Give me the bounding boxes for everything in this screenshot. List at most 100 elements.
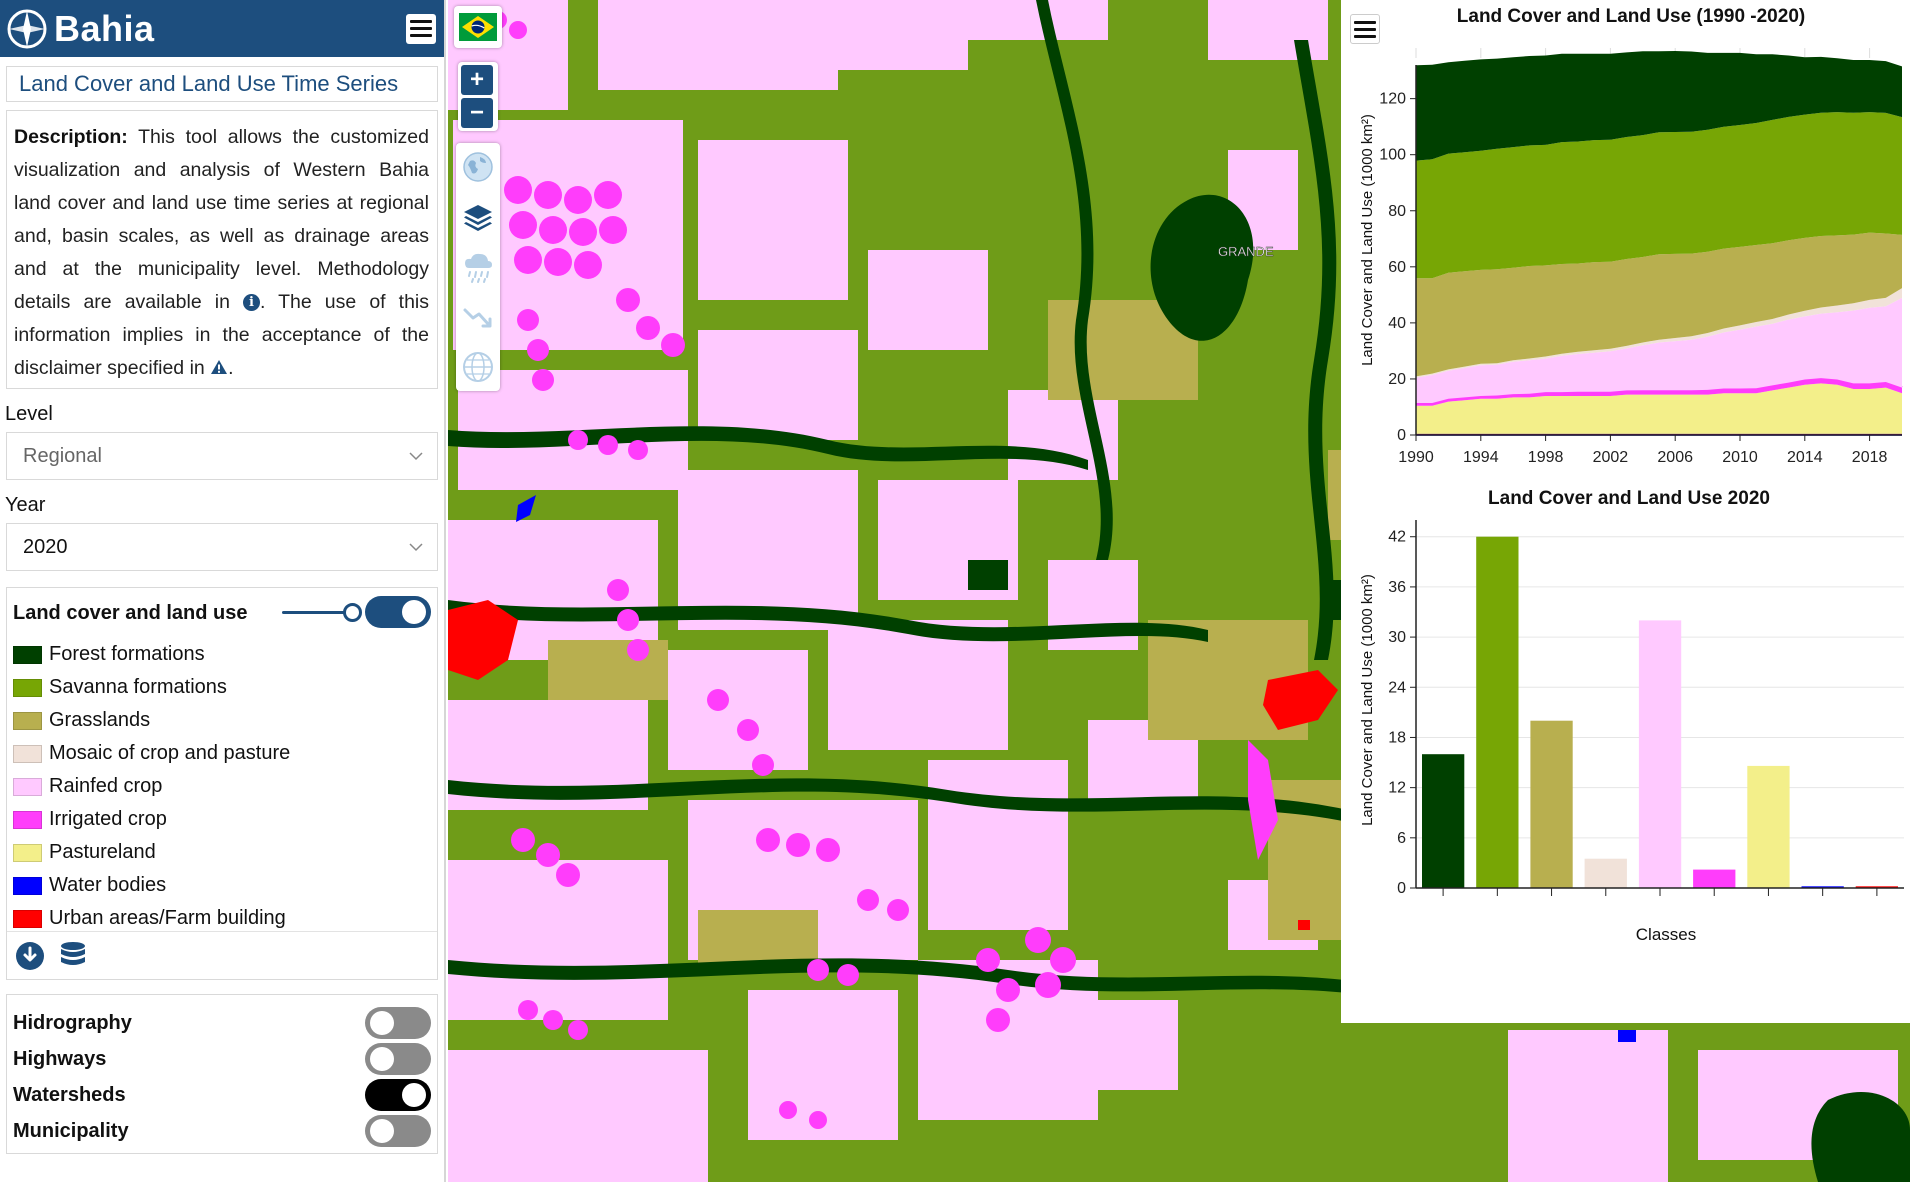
area-x-tick-label: 2002 — [1593, 449, 1629, 466]
methodology-info-icon[interactable]: i — [243, 294, 260, 311]
area-y-tick-label: 80 — [1388, 203, 1406, 220]
year-select-value: 2020 — [23, 535, 68, 558]
legend-item: Forest formations — [13, 638, 437, 671]
year-label: Year — [5, 494, 46, 516]
bar-mosaic-of-crop-and-pasture[interactable] — [1584, 858, 1627, 888]
area-y-tick-label: 0 — [1397, 427, 1406, 444]
top-bar: Bahia — [0, 0, 444, 57]
legend-swatch — [13, 876, 42, 895]
zoom-control: + − — [458, 62, 498, 131]
bar-pastureland[interactable] — [1747, 765, 1790, 888]
legend-label: Urban areas/Farm building — [49, 907, 286, 929]
hidrography-toggle[interactable] — [365, 1007, 431, 1039]
bar-y-tick-label: 18 — [1388, 729, 1406, 746]
disclaimer-warning-icon[interactable] — [210, 359, 228, 375]
world-grid-icon[interactable] — [461, 349, 495, 385]
legend-item: Mosaic of crop and pasture — [13, 737, 437, 770]
layer-label: Hidrography — [13, 1011, 132, 1034]
chevron-down-icon — [409, 543, 423, 552]
description-panel: Description: This tool allows the custom… — [6, 110, 438, 389]
bar-chart-y-axis-label: Land Cover and Land Use (1000 km²) — [1359, 574, 1376, 826]
sidebar-menu-button[interactable] — [406, 13, 436, 44]
area-y-tick-label: 20 — [1388, 371, 1406, 388]
highways-toggle[interactable] — [365, 1043, 431, 1075]
legend-item: Pastureland — [13, 836, 437, 869]
layer-label: Municipality — [13, 1119, 129, 1142]
country-view-button[interactable] — [454, 6, 502, 48]
bar-rainfed-crop[interactable] — [1638, 620, 1682, 888]
legend-item: Irrigated crop — [13, 803, 437, 836]
legend-swatch — [13, 909, 42, 928]
bar-y-tick-label: 6 — [1397, 830, 1406, 847]
area-x-tick-label: 1998 — [1528, 449, 1564, 466]
area-chart: Land Cover and Land Use (1990 -2020) Lan… — [1359, 6, 1903, 466]
app-root: Bahia Land Cover and Land Use Time Serie… — [0, 0, 1910, 1182]
legend-label: Forest formations — [49, 643, 205, 665]
database-icon[interactable] — [59, 941, 87, 971]
chart-menu-button[interactable] — [1350, 14, 1380, 44]
legend-label: Rainfed crop — [49, 775, 163, 797]
layer-row-highways: Highways — [7, 1041, 437, 1077]
zoom-out-button[interactable]: − — [461, 98, 493, 128]
area-x-tick-label: 2010 — [1722, 449, 1758, 466]
legend-item: Savanna formations — [13, 671, 437, 704]
area-y-tick-label: 100 — [1379, 147, 1406, 164]
opacity-slider-thumb[interactable] — [343, 603, 362, 622]
bar-grasslands[interactable] — [1530, 720, 1573, 888]
layer-label: Watersheds — [13, 1083, 126, 1106]
download-icon[interactable] — [15, 941, 45, 971]
legend-swatch — [13, 777, 42, 796]
area-x-tick-label: 2018 — [1852, 449, 1888, 466]
bar-y-tick-label: 0 — [1397, 880, 1406, 897]
legend-label: Irrigated crop — [49, 808, 167, 830]
municipality-toggle[interactable] — [365, 1115, 431, 1147]
area-y-tick-label: 60 — [1388, 259, 1406, 276]
bar-forest-formations[interactable] — [1422, 754, 1465, 888]
bar-y-tick-label: 42 — [1388, 529, 1406, 546]
trend-chart-icon[interactable] — [461, 299, 495, 335]
bar-chart-title: Land Cover and Land Use 2020 — [1488, 488, 1770, 509]
globe-basemap-icon[interactable] — [461, 149, 495, 185]
legend-label: Mosaic of crop and pasture — [49, 742, 291, 764]
legend-panel: Land cover and land use Forest formation… — [6, 587, 438, 980]
legend-label: Water bodies — [49, 874, 167, 896]
area-y-tick-label: 40 — [1388, 315, 1406, 332]
layer-label: Highways — [13, 1047, 107, 1070]
bar-savanna-formations[interactable] — [1476, 536, 1519, 888]
zoom-in-button[interactable]: + — [461, 65, 493, 95]
chevron-down-icon — [409, 452, 423, 461]
legend-swatch — [13, 744, 42, 763]
year-select[interactable]: 2020 — [6, 523, 438, 571]
map-place-label: GRANDE — [1218, 244, 1274, 259]
description-text-1: This tool allows the customized visualiz… — [14, 126, 429, 313]
level-label: Level — [5, 403, 53, 425]
description-heading: Description: — [14, 126, 128, 148]
rain-cloud-icon[interactable] — [461, 249, 495, 285]
area-chart-y-axis-label: Land Cover and Land Use (1000 km²) — [1359, 114, 1376, 366]
layer-row-municipality: Municipality — [7, 1113, 437, 1149]
level-select-value: Regional — [23, 444, 102, 467]
layer-row-watersheds: Watersheds — [7, 1077, 437, 1113]
legend-swatch — [13, 711, 42, 730]
layer-row-hidrography: Hidrography — [7, 1005, 437, 1041]
bar-irrigated-crop[interactable] — [1693, 869, 1736, 888]
legend-swatch — [13, 678, 42, 697]
area-x-tick-label: 2006 — [1657, 449, 1693, 466]
watersheds-toggle[interactable] — [365, 1079, 431, 1111]
map-controls: + − — [454, 6, 502, 391]
level-select[interactable]: Regional — [6, 432, 438, 480]
legend-item: Grasslands — [13, 704, 437, 737]
legend-swatch — [13, 810, 42, 829]
layers-icon[interactable] — [461, 199, 495, 235]
charts-canvas: Land Cover and Land Use (1990 -2020) Lan… — [1359, 6, 1904, 944]
layers-panel: Hidrography Highways Watersheds Municipa… — [6, 994, 438, 1154]
sidebar: Bahia Land Cover and Land Use Time Serie… — [0, 0, 446, 1182]
bar-y-tick-label: 30 — [1388, 629, 1406, 646]
map-tools — [456, 143, 500, 391]
description-text-3: . — [228, 357, 234, 379]
compass-logo-icon — [7, 9, 47, 48]
brand-name: Bahia — [54, 7, 155, 49]
opacity-slider[interactable] — [282, 602, 362, 622]
charts-panel: Land Cover and Land Use (1990 -2020) Lan… — [1341, 0, 1910, 1023]
landcover-toggle[interactable] — [365, 596, 431, 628]
